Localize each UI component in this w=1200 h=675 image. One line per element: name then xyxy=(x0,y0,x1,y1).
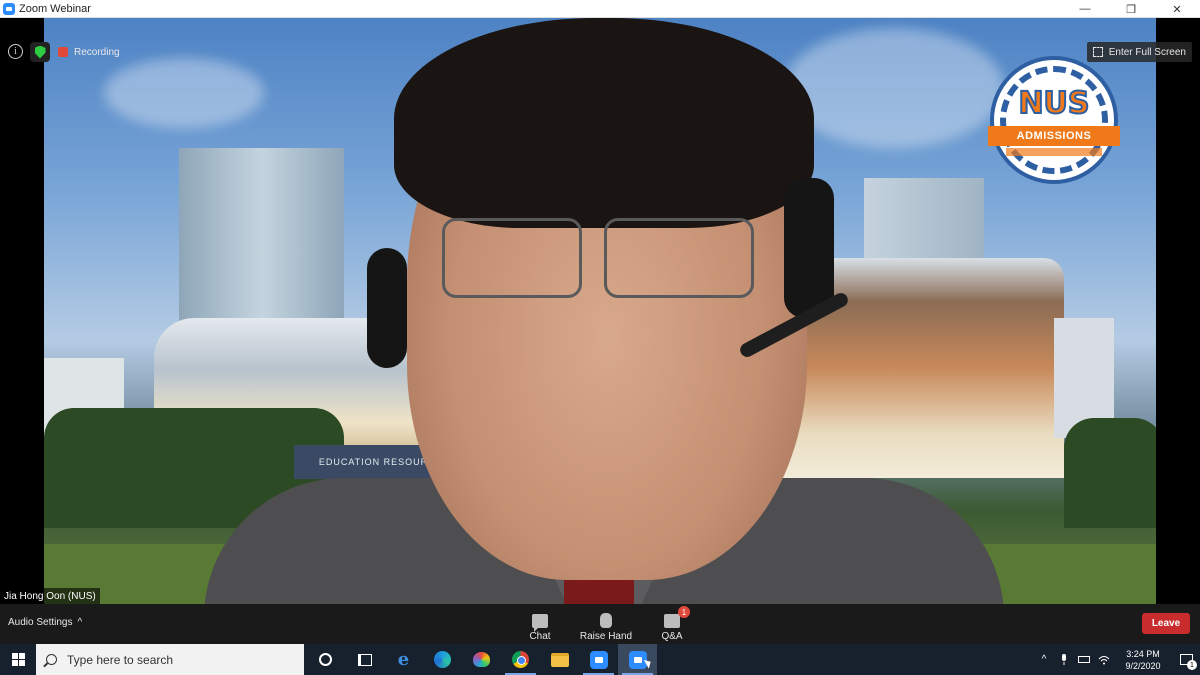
encryption-shield-icon[interactable] xyxy=(30,42,50,62)
video-stage[interactable]: EDUCATION RESOURCE CENTRE NUS ADMISSIONS… xyxy=(0,18,1200,604)
internet-explorer-icon: e xyxy=(397,649,410,670)
battery-icon[interactable] xyxy=(1074,644,1094,675)
system-tray: ^ 3:24 PM 9/2/2020 1 xyxy=(1034,644,1200,675)
zoom-webinar-taskbar-button[interactable] xyxy=(618,644,657,675)
minimize-button[interactable]: — xyxy=(1062,0,1108,18)
clock[interactable]: 3:24 PM 9/2/2020 xyxy=(1114,648,1172,672)
logo-subtitle-strip xyxy=(1006,148,1102,156)
clock-time: 3:24 PM xyxy=(1126,648,1160,659)
headset-right-ear xyxy=(784,178,834,318)
edge-button[interactable] xyxy=(423,644,462,675)
webinar-toolbar: Audio Settings ^ Chat Raise Hand 1 Q&A L… xyxy=(0,604,1200,644)
microphone-icon[interactable] xyxy=(1054,644,1074,675)
windows-taskbar: Type here to search e ^ 3:24 PM 9/2/2020 xyxy=(0,644,1200,675)
chat-label: Chat xyxy=(529,631,551,642)
audio-settings-button[interactable]: Audio Settings ^ xyxy=(8,617,82,628)
glasses-right-lens xyxy=(604,218,754,298)
speaker-video: EDUCATION RESOURCE CENTRE NUS ADMISSIONS xyxy=(44,18,1156,604)
chat-icon xyxy=(532,614,548,632)
tower-building xyxy=(179,148,344,328)
zoom-meetings-button[interactable] xyxy=(579,644,618,675)
leave-button[interactable]: Leave xyxy=(1142,613,1190,634)
taskbar-search[interactable]: Type here to search xyxy=(36,644,304,675)
task-view-button[interactable] xyxy=(345,644,384,675)
trees xyxy=(1064,418,1156,528)
close-button[interactable]: ✕ xyxy=(1154,0,1200,18)
info-icon[interactable]: i xyxy=(8,44,23,59)
chevron-up-icon: ^ xyxy=(77,617,83,628)
recording-label: Recording xyxy=(74,46,120,58)
paint-button[interactable] xyxy=(462,644,501,675)
action-center-button[interactable]: 1 xyxy=(1172,644,1200,675)
speaker-tie xyxy=(564,578,634,604)
chat-button[interactable]: Chat xyxy=(510,608,570,642)
enter-full-screen-button[interactable]: Enter Full Screen xyxy=(1086,42,1192,62)
restore-button[interactable]: ❐ xyxy=(1108,0,1154,18)
nus-admissions-logo: NUS ADMISSIONS xyxy=(988,56,1120,184)
task-view-icon xyxy=(357,653,372,666)
fullscreen-icon xyxy=(1092,47,1103,57)
windows-logo-icon xyxy=(11,653,25,666)
qa-label: Q&A xyxy=(661,631,683,642)
edge-icon xyxy=(434,651,451,668)
notification-count: 1 xyxy=(1187,660,1197,670)
recording-icon xyxy=(58,47,68,57)
chevron-up-icon[interactable]: ^ xyxy=(1034,644,1054,675)
qa-button[interactable]: 1 Q&A xyxy=(642,606,702,642)
title-bar: Zoom Webinar — ❐ ✕ xyxy=(0,0,1200,18)
fullscreen-label: Enter Full Screen xyxy=(1108,46,1186,58)
recording-indicator: Recording xyxy=(58,43,120,61)
headset-left-ear xyxy=(367,248,407,368)
raise-hand-button[interactable]: Raise Hand xyxy=(576,608,636,642)
file-explorer-button[interactable] xyxy=(540,644,579,675)
search-placeholder: Type here to search xyxy=(67,652,174,667)
speaker-hair xyxy=(394,18,814,228)
glasses-left-lens xyxy=(442,218,582,298)
folder-icon xyxy=(550,652,569,667)
zoom-app-icon xyxy=(3,2,15,15)
audio-settings-label: Audio Settings xyxy=(8,617,73,628)
chrome-icon xyxy=(512,651,529,668)
zoom-icon xyxy=(589,650,608,669)
speaker-name-label: Jia Hong Oon (NUS) xyxy=(0,588,100,604)
internet-explorer-button[interactable]: e xyxy=(384,644,423,675)
cloud xyxy=(784,28,1004,148)
window-title: Zoom Webinar xyxy=(19,2,91,15)
clock-date: 9/2/2020 xyxy=(1125,660,1161,671)
paint-icon xyxy=(473,652,490,667)
zoom-webinar-window: Zoom Webinar — ❐ ✕ EDUCATION RESOURCE CE… xyxy=(0,0,1200,675)
logo-banner: ADMISSIONS xyxy=(988,126,1120,146)
window-controls: — ❐ ✕ xyxy=(1062,0,1200,18)
search-icon xyxy=(46,654,57,665)
wifi-icon[interactable] xyxy=(1094,644,1114,675)
chrome-button[interactable] xyxy=(501,644,540,675)
cortana-icon xyxy=(319,653,332,666)
hand-icon xyxy=(600,613,612,628)
cloud xyxy=(104,58,264,128)
raise-hand-label: Raise Hand xyxy=(579,631,633,642)
logo-title: NUS xyxy=(1017,85,1090,122)
qa-badge: 1 xyxy=(678,606,690,618)
cortana-button[interactable] xyxy=(306,644,345,675)
qa-icon xyxy=(664,614,680,628)
start-button[interactable] xyxy=(0,644,36,675)
